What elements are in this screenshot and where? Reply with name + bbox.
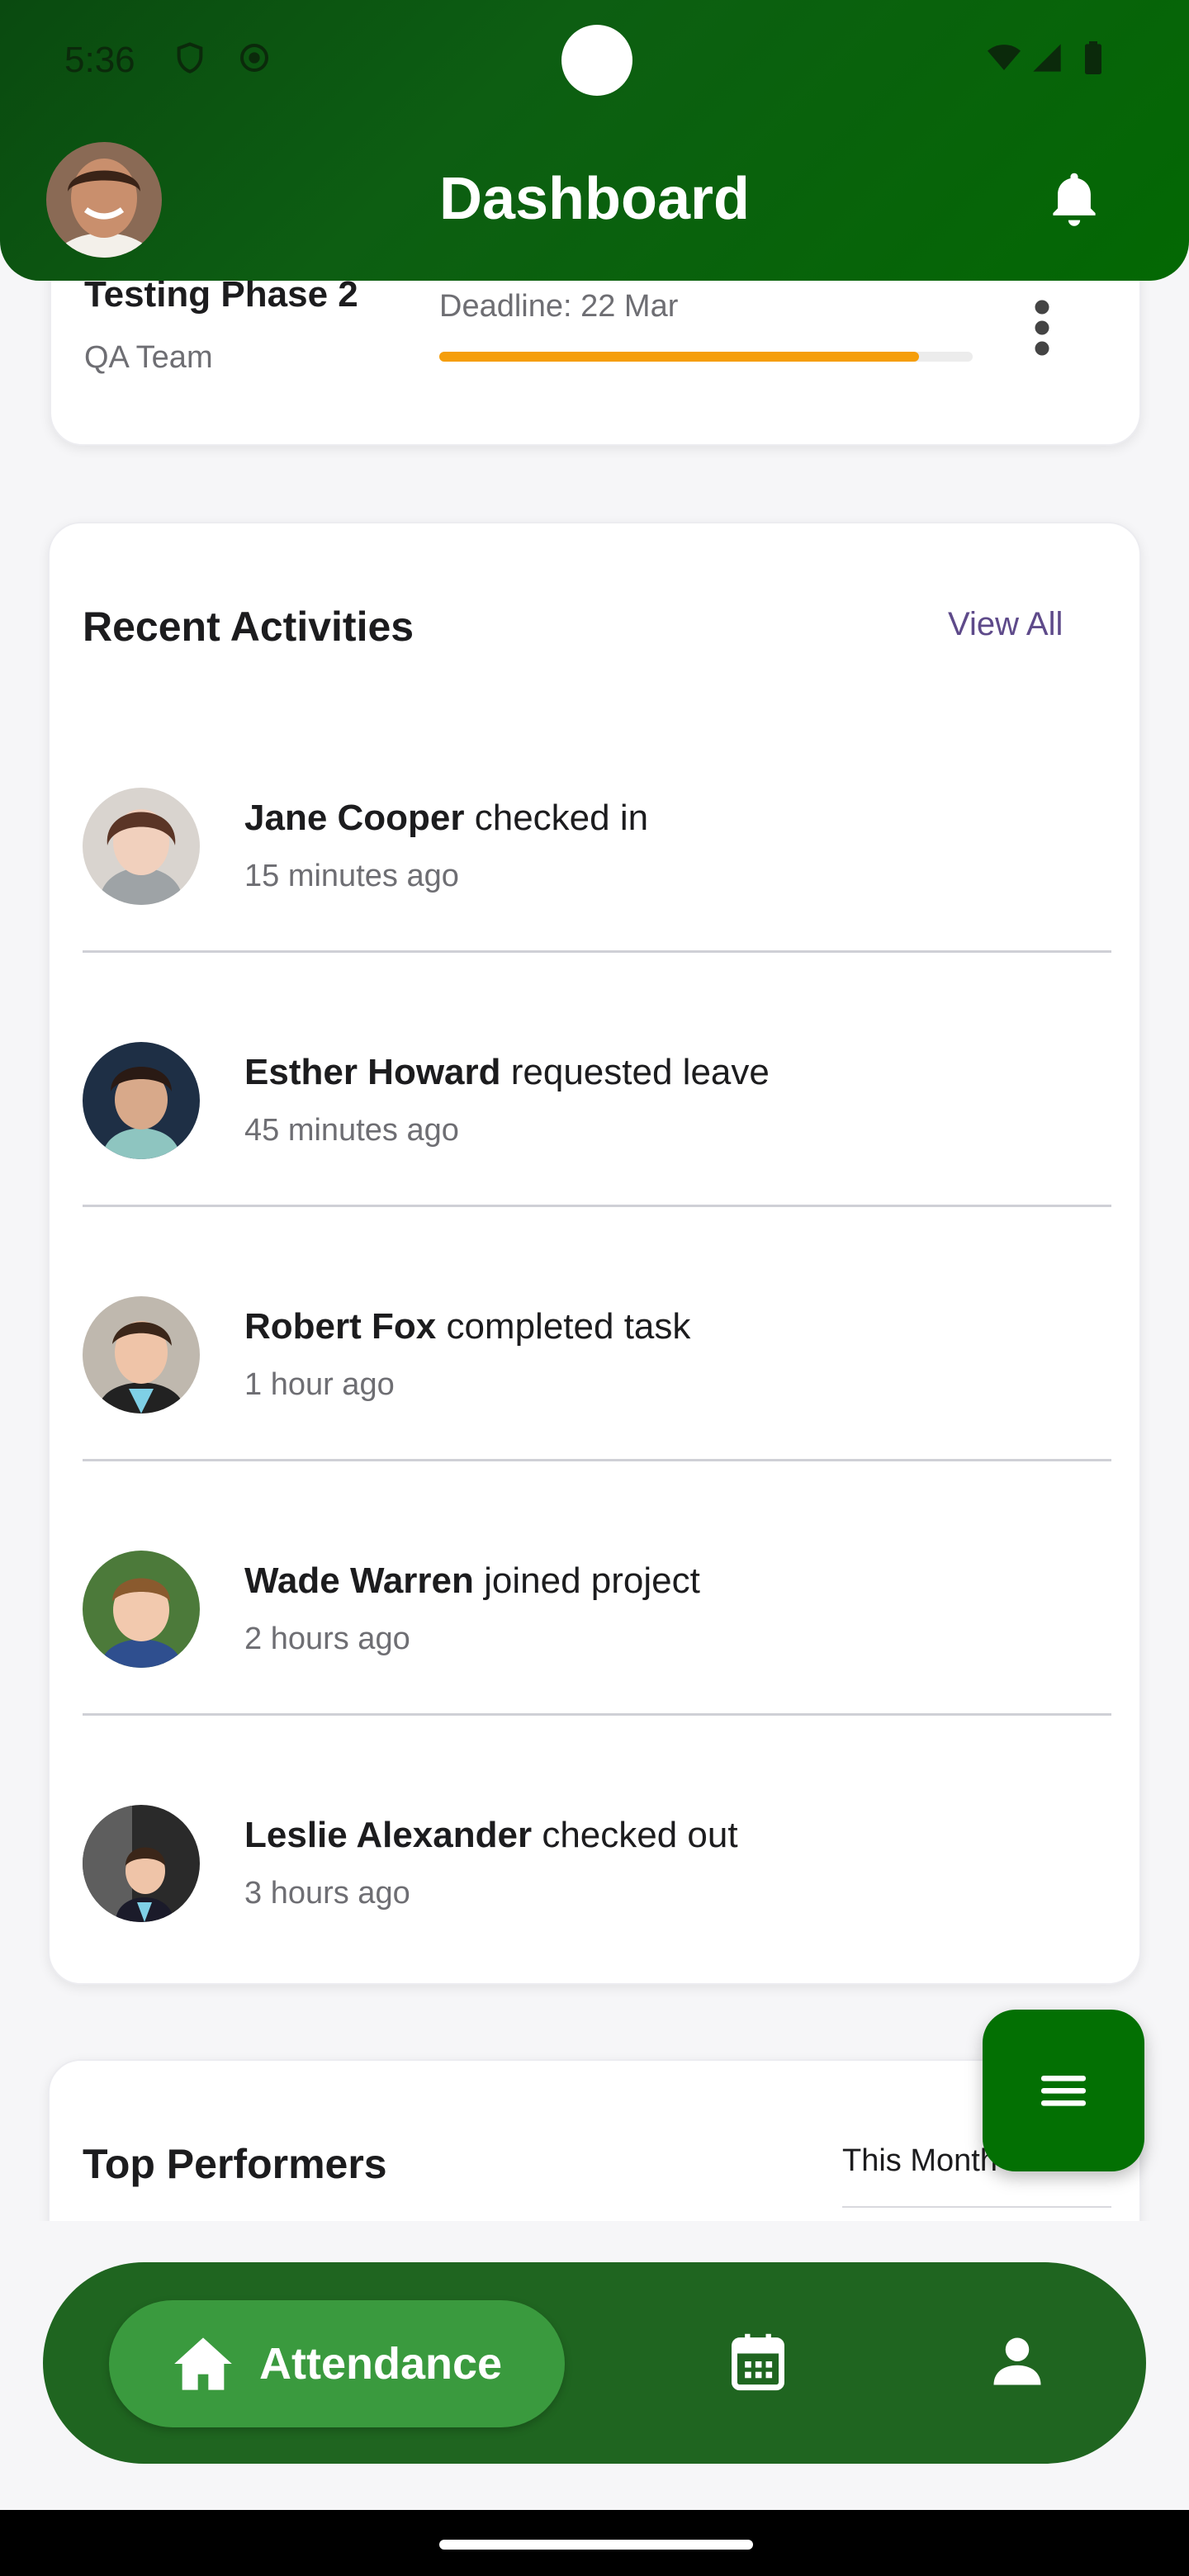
activity-user: Robert Fox: [244, 1306, 437, 1347]
activity-time: 15 minutes ago: [244, 859, 459, 893]
activity-item[interactable]: Wade Warren joined project 2 hours ago: [83, 1461, 1111, 1716]
home-gesture-pill[interactable]: [439, 2540, 753, 2550]
view-all-link[interactable]: View All: [948, 606, 1063, 643]
activity-text: Wade Warren joined project: [244, 1560, 700, 1602]
activity-text: Robert Fox completed task: [244, 1306, 690, 1347]
avatar: [83, 1042, 200, 1159]
menu-icon: [1041, 2076, 1086, 2106]
activity-action: requested leave: [500, 1052, 770, 1092]
activity-item[interactable]: Leslie Alexander checked out 3 hours ago: [83, 1716, 1111, 1970]
nav-item-attendance[interactable]: Attendance: [109, 2300, 565, 2427]
activity-user: Leslie Alexander: [244, 1815, 533, 1855]
avatar: [83, 788, 200, 905]
app-header: 5:36 Dashboard: [0, 0, 1189, 281]
profile-icon[interactable]: [986, 2330, 1049, 2393]
activity-user: Wade Warren: [244, 1560, 474, 1601]
top-performers-title: Top Performers: [83, 2141, 387, 2187]
nav-item-label: Attendance: [259, 2339, 503, 2389]
avatar: [83, 1296, 200, 1413]
activity-action: completed task: [436, 1306, 691, 1347]
period-underline: [842, 2206, 1111, 2208]
battery-icon: [1085, 41, 1101, 74]
activity-action: checked in: [464, 798, 649, 838]
sync-icon: [240, 44, 268, 72]
camera-cutout: [561, 25, 632, 96]
activity-item[interactable]: Jane Cooper checked in 15 minutes ago: [83, 698, 1111, 953]
activity-item[interactable]: Robert Fox completed task 1 hour ago: [83, 1207, 1111, 1461]
recent-activities-title: Recent Activities: [83, 604, 414, 650]
activity-time: 1 hour ago: [244, 1367, 395, 1402]
period-dropdown[interactable]: This Month: [842, 2143, 997, 2179]
recent-activities-card: Recent Activities View All Jane Cooper c…: [48, 522, 1141, 1985]
activity-time: 45 minutes ago: [244, 1113, 459, 1148]
more-options-icon[interactable]: [1026, 299, 1059, 357]
activity-action: joined project: [473, 1560, 700, 1601]
signal-icon: [1033, 44, 1061, 72]
activity-text: Esther Howard requested leave: [244, 1052, 770, 1093]
project-progress-bar: [439, 352, 973, 362]
project-progress-fill: [439, 352, 920, 362]
wifi-icon: [988, 45, 1021, 70]
activity-user: Esther Howard: [244, 1052, 501, 1092]
shield-icon: [177, 42, 203, 73]
avatar: [83, 1551, 200, 1668]
system-navigation-bar: [0, 2510, 1189, 2576]
page-title: Dashboard: [438, 166, 751, 232]
notification-bell-icon[interactable]: [1045, 168, 1103, 230]
project-deadline: Deadline: 22 Mar: [439, 289, 679, 324]
bottom-navigation: Attendance: [43, 2262, 1146, 2464]
status-time: 5:36: [64, 40, 135, 80]
avatar: [83, 1805, 200, 1922]
activity-text: Jane Cooper checked in: [244, 798, 648, 839]
project-team: QA Team: [84, 340, 213, 375]
activity-time: 2 hours ago: [244, 1622, 410, 1656]
activity-time: 3 hours ago: [244, 1876, 410, 1911]
status-bar: 5:36: [0, 0, 1189, 124]
activity-action: checked out: [532, 1815, 738, 1855]
home-icon: [174, 2337, 232, 2390]
activity-text: Leslie Alexander checked out: [244, 1815, 738, 1856]
activity-user: Jane Cooper: [244, 798, 465, 838]
menu-fab-button[interactable]: [983, 2010, 1144, 2171]
calendar-icon[interactable]: [727, 2330, 789, 2393]
activity-item[interactable]: Esther Howard requested leave 45 minutes…: [83, 953, 1111, 1207]
